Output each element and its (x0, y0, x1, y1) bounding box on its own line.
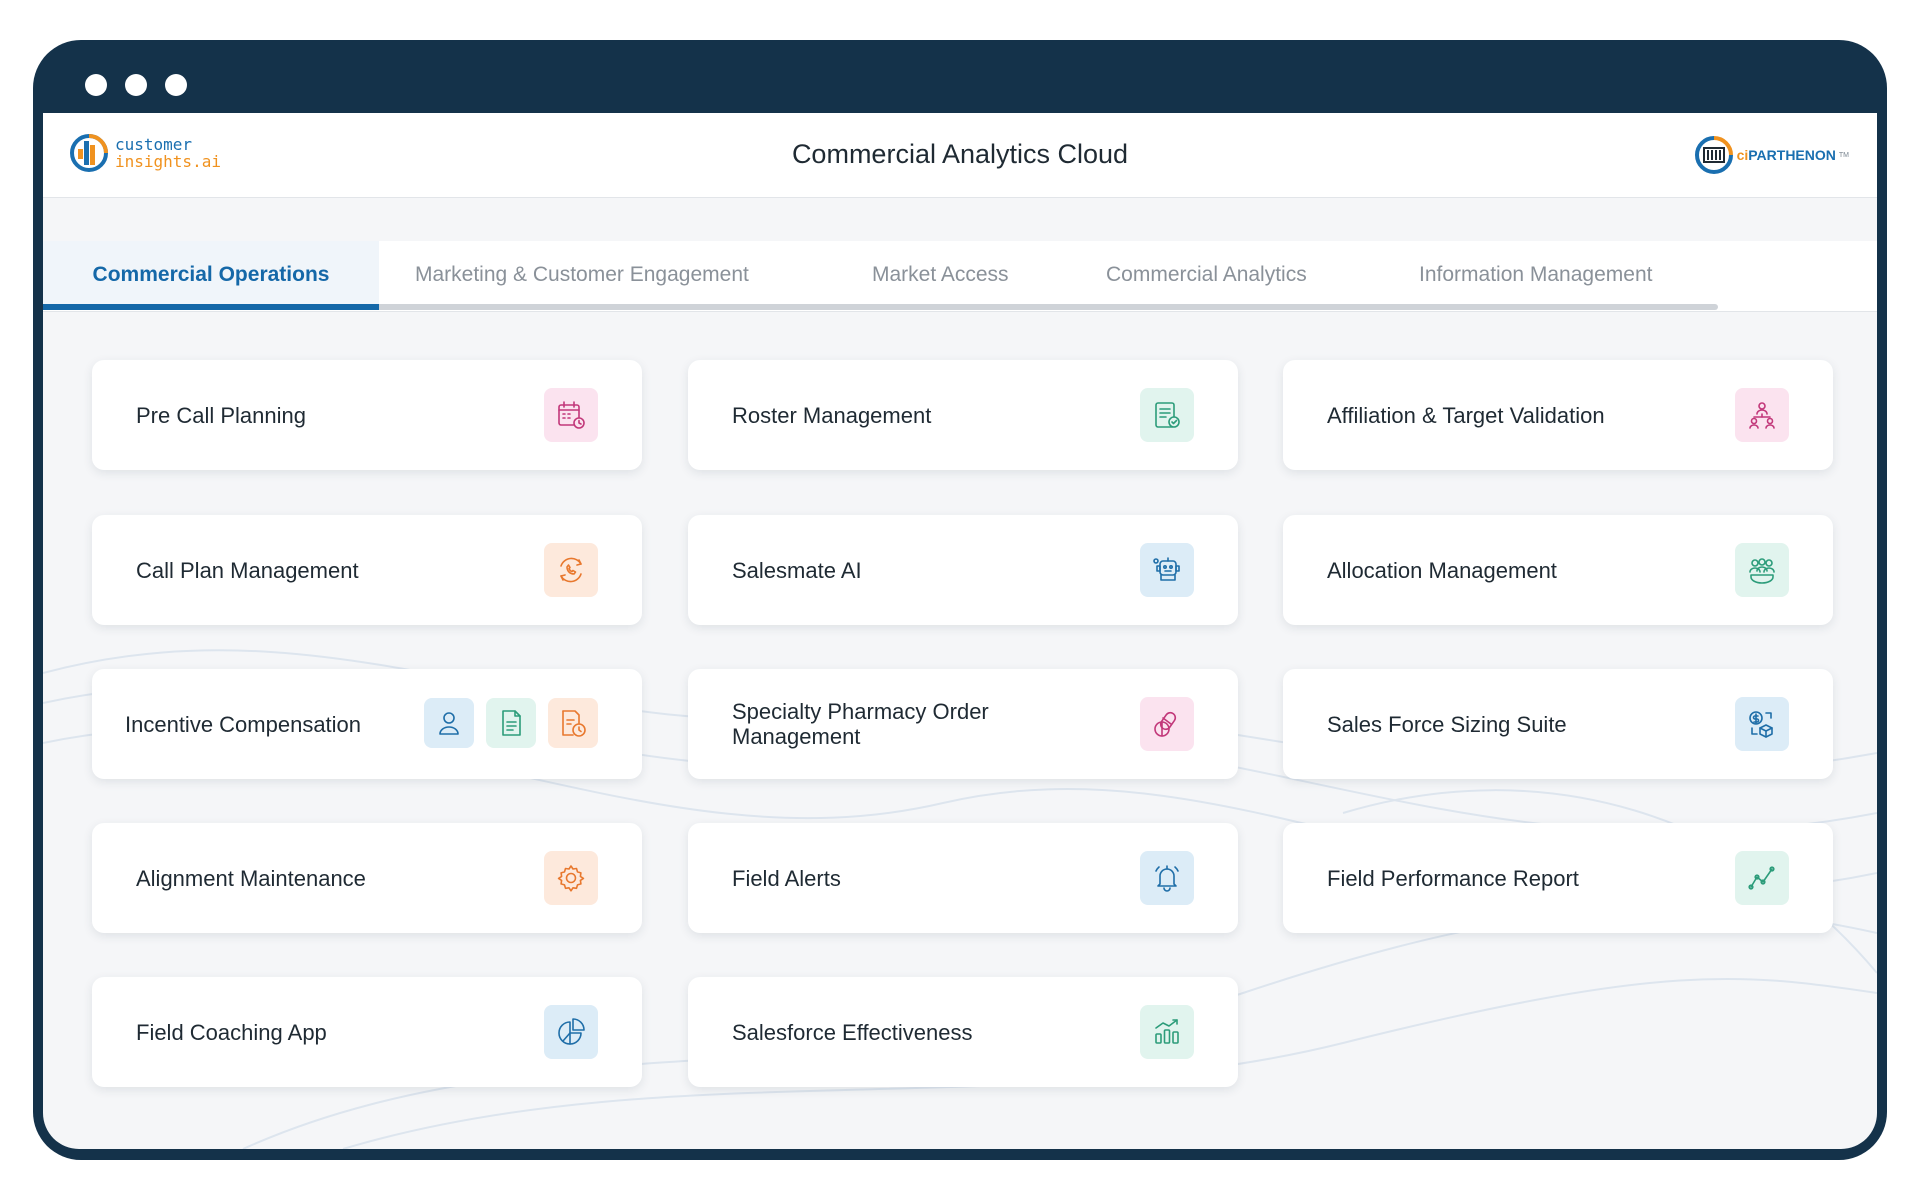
tab-marketing-customer-engagement[interactable]: Marketing & Customer Engagement (415, 241, 749, 309)
card-label: Roster Management (732, 402, 932, 428)
active-tab-indicator (43, 304, 379, 310)
tab-commercial-analytics[interactable]: Commercial Analytics (1106, 241, 1307, 309)
gear-wrench-icon (544, 851, 598, 905)
tab-market-access[interactable]: Market Access (872, 241, 1009, 309)
logo-right-name: PARTHENON (1748, 147, 1836, 163)
card-label: Incentive Compensation (125, 711, 362, 737)
user-icon (424, 698, 474, 748)
card-pre-call-planning[interactable]: Pre Call Planning (92, 360, 642, 470)
robot-icon (1140, 543, 1194, 597)
card-label: Specialty Pharmacy Order Management (732, 699, 989, 749)
line-chart-icon (1735, 851, 1789, 905)
window-dot-2[interactable] (125, 74, 147, 96)
card-label: Field Coaching App (136, 1019, 327, 1045)
phone-cycle-icon (544, 543, 598, 597)
ci-parthenon-logo[interactable]: ciPARTHENON TM (1694, 135, 1849, 175)
card-label: Salesforce Effectiveness (732, 1019, 973, 1045)
card-call-plan-management[interactable]: Call Plan Management (92, 515, 642, 625)
card-alignment-maintenance[interactable]: Alignment Maintenance (92, 823, 642, 933)
card-label: Call Plan Management (136, 557, 359, 583)
card-salesmate-ai[interactable]: Salesmate AI (688, 515, 1238, 625)
group-users-icon (1735, 543, 1789, 597)
logo-right-prefix: ci (1736, 147, 1749, 163)
browser-window: customer insights.ai Commercial Analytic… (33, 40, 1887, 1160)
logo-right-tm: TM (1838, 151, 1849, 159)
card-salesforce-effectiveness[interactable]: Salesforce Effectiveness (688, 977, 1238, 1087)
app-header: customer insights.ai Commercial Analytic… (43, 113, 1877, 198)
document-icon (486, 698, 536, 748)
card-label: Pre Call Planning (136, 402, 306, 428)
card-label: Sales Force Sizing Suite (1327, 711, 1567, 737)
page-title: Commercial Analytics Cloud (791, 139, 1129, 169)
tab-information-management[interactable]: Information Management (1419, 241, 1652, 309)
card-specialty-pharmacy-order-management[interactable]: Specialty Pharmacy Order Management (688, 669, 1238, 779)
tab-bar: Commercial Operations Marketing & Custom… (43, 241, 1877, 312)
document-check-icon (1140, 388, 1194, 442)
document-clock-icon (548, 698, 598, 748)
bell-icon (1140, 851, 1194, 905)
tab-commercial-operations[interactable]: Commercial Operations (43, 241, 379, 309)
card-label: Field Alerts (732, 865, 841, 891)
ci-parthenon-logo-icon (1694, 136, 1733, 174)
card-label: Allocation Management (1327, 557, 1557, 583)
card-incentive-compensation[interactable]: Incentive Compensation (92, 669, 642, 779)
card-allocation-management[interactable]: Allocation Management (1283, 515, 1833, 625)
pills-icon (1140, 697, 1194, 751)
card-label: Field Performance Report (1327, 865, 1579, 891)
bar-chart-icon (1140, 1005, 1194, 1059)
card-sales-force-sizing-suite[interactable]: Sales Force Sizing Suite (1283, 669, 1833, 779)
card-affiliation-target-validation[interactable]: Affiliation & Target Validation (1283, 360, 1833, 470)
card-label: Affiliation & Target Validation (1327, 402, 1605, 428)
window-dot-1[interactable] (85, 74, 107, 96)
calendar-clock-icon (544, 388, 598, 442)
card-field-performance-report[interactable]: Field Performance Report (1283, 823, 1833, 933)
pie-chart-icon (544, 1005, 598, 1059)
app-screen: customer insights.ai Commercial Analytic… (43, 113, 1877, 1149)
hierarchy-users-icon (1735, 388, 1789, 442)
card-label: Salesmate AI (732, 557, 862, 583)
window-controls (85, 74, 187, 96)
card-label: Alignment Maintenance (136, 865, 366, 891)
card-field-coaching-app[interactable]: Field Coaching App (92, 977, 642, 1087)
card-roster-management[interactable]: Roster Management (688, 360, 1238, 470)
window-dot-3[interactable] (165, 74, 187, 96)
card-field-alerts[interactable]: Field Alerts (688, 823, 1238, 933)
dollar-cube-icon (1735, 697, 1789, 751)
